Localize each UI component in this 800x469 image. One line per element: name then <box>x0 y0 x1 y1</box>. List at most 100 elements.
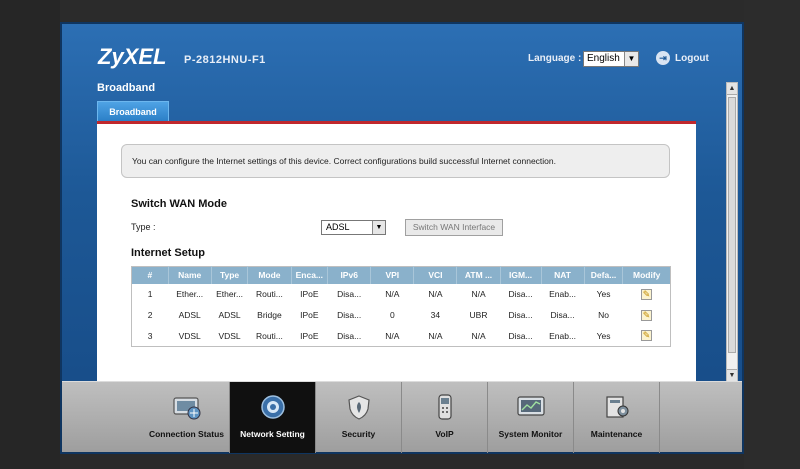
nav-label: Network Setting <box>240 429 305 439</box>
nav-label: Maintenance <box>590 429 643 439</box>
cell-modify: ✎ <box>622 283 671 305</box>
chevron-down-icon: ▼ <box>624 52 638 66</box>
nav-label: Connection Status <box>148 429 225 439</box>
internet-setup-title: Internet Setup <box>131 247 205 259</box>
cell-ipv6: Disa... <box>327 283 371 305</box>
table-row: 1 Ether... Ether... Routi... IPoE Disa..… <box>131 283 671 305</box>
cell-modify: ✎ <box>622 304 671 326</box>
edit-icon[interactable]: ✎ <box>640 330 652 342</box>
system-monitor-icon <box>517 396 545 416</box>
chevron-down-icon: ▼ <box>372 221 385 234</box>
bottom-navigation: Connection Status Network Setting Securi… <box>62 381 742 453</box>
column-header: VCI <box>413 266 458 284</box>
content-panel: You can configure the Internet settings … <box>97 124 696 382</box>
table-row: 3 VDSL VDSL Routi... IPoE Disa... N/A N/… <box>131 325 671 347</box>
cell-vpi: N/A <box>370 283 414 305</box>
cell-ipv6: Disa... <box>327 304 371 326</box>
brand-logo: ZyXEL <box>98 44 167 69</box>
switch-wan-interface-button[interactable]: Switch WAN Interface <box>405 219 503 236</box>
info-message: You can configure the Internet settings … <box>121 144 670 178</box>
cell-type: Ether... <box>211 283 248 305</box>
cell-vci: 34 <box>413 304 457 326</box>
screen-bottom-margin <box>60 453 744 469</box>
router-admin-window: ZyXEL P-2812HNU-F1 Language : English ▼ … <box>60 22 744 454</box>
nav-label: VoIP <box>435 429 454 439</box>
cell-index: 1 <box>131 283 169 305</box>
switch-wan-mode-title: Switch WAN Mode <box>131 198 227 210</box>
tab-broadband[interactable]: Broadband <box>97 101 169 121</box>
model-name: P-2812HNU-F1 <box>184 54 266 66</box>
cell-default: Yes <box>584 283 623 305</box>
cell-index: 3 <box>131 325 169 347</box>
scrollbar-thumb[interactable] <box>728 97 736 353</box>
nav-label: System Monitor <box>498 429 563 439</box>
vertical-scrollbar[interactable]: ▲ ▼ <box>726 82 738 382</box>
nav-label: Security <box>341 429 376 439</box>
voip-icon <box>438 394 452 420</box>
column-header: # <box>131 266 169 284</box>
wan-type-select[interactable]: ADSL ▼ <box>321 220 386 235</box>
cell-encapsulation: IPoE <box>291 325 328 347</box>
table-header-row: # Name Type Mode Enca... IPv6 VPI VCI AT… <box>131 266 671 284</box>
column-header: NAT <box>541 266 585 284</box>
language-label: Language : <box>528 53 582 64</box>
cell-vpi: N/A <box>370 325 414 347</box>
nav-security[interactable]: Security <box>316 382 402 453</box>
cell-type: ADSL <box>211 304 248 326</box>
cell-atm: N/A <box>456 325 501 347</box>
cell-name: ADSL <box>168 304 212 326</box>
screen-left-margin <box>0 0 60 469</box>
cell-name: VDSL <box>168 325 212 347</box>
cell-type: VDSL <box>211 325 248 347</box>
logout-button[interactable]: ⇥ Logout <box>656 51 709 65</box>
nav-system-monitor[interactable]: System Monitor <box>488 382 574 453</box>
cell-atm: UBR <box>456 304 501 326</box>
cell-name: Ether... <box>168 283 212 305</box>
scroll-up-icon[interactable]: ▲ <box>727 83 737 95</box>
cell-default: Yes <box>584 325 623 347</box>
cell-igmp: Disa... <box>500 325 542 347</box>
nav-network-setting[interactable]: Network Setting <box>230 382 316 453</box>
cell-mode: Routi... <box>247 283 291 305</box>
cell-nat: Enab... <box>541 325 585 347</box>
column-header: IGM... <box>500 266 542 284</box>
header: ZyXEL P-2812HNU-F1 Language : English ▼ … <box>62 24 742 100</box>
logout-label: Logout <box>675 52 709 64</box>
column-header: Modify <box>622 266 671 284</box>
cell-encapsulation: IPoE <box>291 304 328 326</box>
cell-mode: Routi... <box>247 325 291 347</box>
cell-mode: Bridge <box>247 304 291 326</box>
column-header: IPv6 <box>327 266 372 284</box>
column-header: Type <box>211 266 249 284</box>
edit-icon[interactable]: ✎ <box>640 309 652 321</box>
cell-vci: N/A <box>413 283 457 305</box>
column-header: Name <box>168 266 212 284</box>
nav-maintenance[interactable]: Maintenance <box>574 382 660 453</box>
scroll-down-icon[interactable]: ▼ <box>727 369 737 381</box>
nav-connection-status[interactable]: Connection Status <box>144 382 230 453</box>
cell-index: 2 <box>131 304 169 326</box>
type-label: Type : <box>131 222 156 232</box>
column-header: VPI <box>370 266 415 284</box>
column-header: Mode <box>247 266 292 284</box>
nav-voip[interactable]: VoIP <box>402 382 488 453</box>
security-icon <box>348 395 370 420</box>
wan-interface-table: # Name Type Mode Enca... IPv6 VPI VCI AT… <box>131 266 671 347</box>
logout-icon: ⇥ <box>656 51 670 65</box>
network-setting-icon <box>261 395 285 419</box>
cell-modify: ✎ <box>622 325 671 347</box>
column-header: Enca... <box>291 266 329 284</box>
screen-right-margin <box>744 0 800 469</box>
language-value: English <box>587 53 620 64</box>
column-header: ATM ... <box>456 266 501 284</box>
edit-icon[interactable]: ✎ <box>640 288 652 300</box>
cell-nat: Enab... <box>541 283 585 305</box>
table-row: 2 ADSL ADSL Bridge IPoE Disa... 0 34 UBR… <box>131 304 671 326</box>
cell-nat: Disa... <box>541 304 585 326</box>
cell-igmp: Disa... <box>500 304 542 326</box>
column-header: Defa... <box>584 266 624 284</box>
maintenance-icon <box>606 396 629 418</box>
cell-igmp: Disa... <box>500 283 542 305</box>
cell-default: No <box>584 304 623 326</box>
language-select[interactable]: English ▼ <box>583 51 639 67</box>
